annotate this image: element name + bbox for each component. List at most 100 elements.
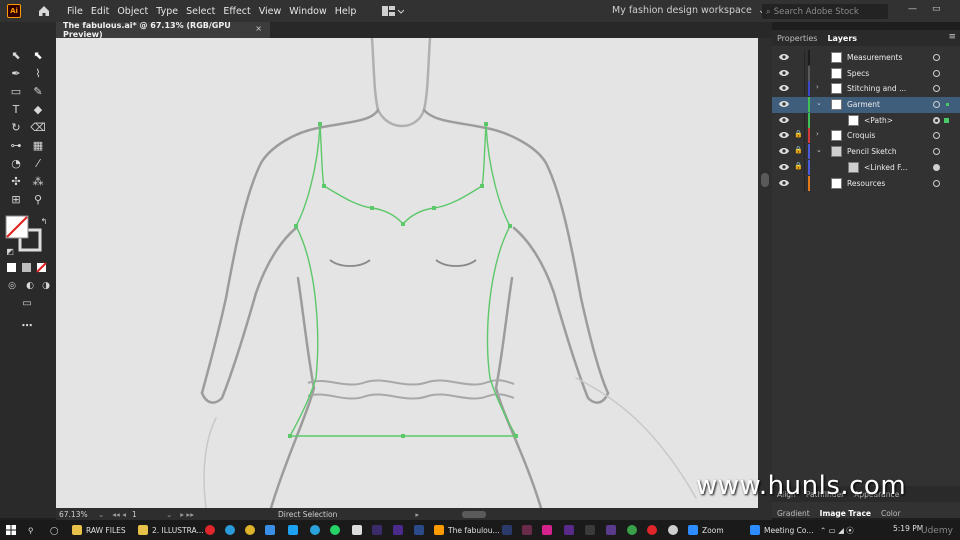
layer-name[interactable]: Stitching and ... bbox=[847, 84, 906, 93]
target-circle-icon[interactable] bbox=[933, 163, 940, 171]
twitter-icon[interactable] bbox=[288, 523, 302, 537]
target-circle-icon[interactable] bbox=[933, 85, 940, 93]
telegram-icon[interactable] bbox=[310, 523, 324, 537]
layer-name[interactable]: Garment bbox=[847, 100, 880, 109]
zoom-dropdown-icon[interactable]: ⌄ bbox=[98, 510, 104, 519]
puppet-warp-tool-icon[interactable]: ✣ bbox=[8, 174, 24, 190]
layer-row[interactable]: 🔒 <Linked F... bbox=[772, 159, 960, 176]
windows-icon[interactable] bbox=[265, 523, 279, 537]
xd-icon[interactable] bbox=[542, 523, 556, 537]
lock-icon[interactable]: 🔒 bbox=[794, 146, 803, 154]
app-icon[interactable] bbox=[668, 523, 682, 537]
chevron-down-icon[interactable]: ⌄ bbox=[816, 146, 822, 154]
swap-fill-stroke-icon[interactable]: ↰ bbox=[36, 214, 52, 230]
media-encoder-icon[interactable] bbox=[606, 523, 620, 537]
rectangle-tool-icon[interactable]: ▭ bbox=[8, 84, 24, 100]
target-circle-icon[interactable] bbox=[933, 116, 940, 124]
selection-indicator[interactable] bbox=[944, 117, 949, 123]
shape-builder-tool-icon[interactable]: ◔ bbox=[8, 156, 24, 172]
chrome-icon[interactable] bbox=[245, 523, 259, 537]
maximize-icon[interactable]: ▭ bbox=[932, 4, 944, 16]
menu-object[interactable]: Object bbox=[117, 6, 156, 17]
document-tab[interactable]: The fabulous.ai* @ 67.13% (RGB/GPU Previ… bbox=[56, 21, 270, 39]
taskbar-item-illustrator-folder[interactable]: 2. ILLUSTRA... bbox=[138, 523, 204, 537]
menu-view[interactable]: View bbox=[259, 6, 290, 17]
selection-tool-icon[interactable]: ⬉ bbox=[8, 48, 24, 64]
task-view-icon[interactable]: ◯ bbox=[50, 523, 58, 537]
selection-indicator[interactable] bbox=[946, 103, 949, 107]
indesign-icon[interactable] bbox=[522, 523, 536, 537]
target-circle-icon[interactable] bbox=[933, 132, 940, 140]
layer-row[interactable]: Resources bbox=[772, 175, 960, 192]
artboard-dropdown-icon[interactable]: ⌄ bbox=[166, 510, 172, 519]
after-effects-icon[interactable] bbox=[393, 523, 407, 537]
visibility-eye-icon[interactable] bbox=[779, 163, 789, 171]
visibility-eye-icon[interactable] bbox=[779, 84, 789, 92]
layer-name[interactable]: <Linked F... bbox=[864, 163, 907, 172]
taskbar-item-zoom[interactable]: Zoom bbox=[688, 523, 724, 537]
draw-inside-icon[interactable]: ◑ bbox=[38, 278, 54, 294]
edge-icon[interactable] bbox=[225, 523, 239, 537]
layer-name[interactable]: Specs bbox=[847, 69, 869, 78]
zoom-tool-icon[interactable]: ⚲ bbox=[30, 192, 46, 208]
pen-tool-icon[interactable]: ✒ bbox=[8, 66, 24, 82]
chrome-icon-2[interactable] bbox=[627, 523, 641, 537]
layer-row[interactable]: <Path> bbox=[772, 112, 960, 129]
layer-name[interactable]: Measurements bbox=[847, 53, 902, 62]
minimize-icon[interactable]: — bbox=[908, 4, 920, 16]
gradient-tool-icon[interactable]: ▦ bbox=[30, 138, 46, 154]
close-icon[interactable]: × bbox=[255, 24, 262, 33]
visibility-eye-icon[interactable] bbox=[779, 116, 789, 124]
layer-name[interactable]: Resources bbox=[847, 179, 885, 188]
tab-layers[interactable]: Layers bbox=[822, 34, 862, 43]
adobe-bridge-icon[interactable] bbox=[585, 523, 599, 537]
layer-row[interactable]: 🔒 ⌄ Pencil Sketch bbox=[772, 144, 960, 160]
r-app-icon[interactable] bbox=[352, 523, 366, 537]
layer-row[interactable]: 🔒 › Croquis bbox=[772, 128, 960, 144]
tab-image-trace[interactable]: Image Trace bbox=[815, 509, 876, 518]
lock-icon[interactable]: 🔒 bbox=[794, 130, 803, 138]
opera-icon[interactable] bbox=[205, 523, 219, 537]
artboard-canvas[interactable] bbox=[56, 38, 758, 508]
taskbar-item-meeting[interactable]: Meeting Co... bbox=[750, 523, 813, 537]
eraser-tool-icon[interactable]: ⌫ bbox=[30, 120, 46, 136]
paintbrush-tool-icon[interactable]: ✎ bbox=[30, 84, 46, 100]
adobe-stock-search[interactable]: ⌕ Search Adobe Stock bbox=[762, 4, 888, 19]
tab-gradient[interactable]: Gradient bbox=[772, 509, 815, 518]
visibility-eye-icon[interactable] bbox=[779, 69, 789, 77]
target-circle-icon[interactable] bbox=[933, 69, 940, 77]
whatsapp-icon[interactable] bbox=[330, 523, 344, 537]
visibility-eye-icon[interactable] bbox=[779, 179, 789, 187]
draw-mode-icon[interactable]: ◎ bbox=[4, 278, 20, 294]
panel-menu-icon[interactable]: ≡ bbox=[948, 32, 956, 42]
screen-mode-icon[interactable]: ▭ bbox=[19, 296, 35, 312]
previous-artboard-icon[interactable]: ◂◂ ◂ bbox=[112, 510, 126, 519]
default-fill-stroke-icon[interactable]: ◩ bbox=[2, 244, 18, 260]
curvature-tool-icon[interactable]: ⌇ bbox=[30, 66, 46, 82]
taskbar-item-raw-files[interactable]: RAW FILES bbox=[72, 523, 126, 537]
layer-name[interactable]: Croquis bbox=[847, 131, 875, 140]
layer-row[interactable]: Specs bbox=[772, 65, 960, 82]
menu-help[interactable]: Help bbox=[335, 6, 365, 17]
target-circle-icon[interactable] bbox=[933, 101, 940, 109]
chevron-right-icon[interactable]: › bbox=[816, 83, 819, 91]
width-tool-icon[interactable]: ⊶ bbox=[8, 138, 24, 154]
shaper-tool-icon[interactable]: ◆ bbox=[30, 102, 46, 118]
workspace-switcher[interactable]: My fashion design workspace⌄ bbox=[612, 5, 766, 16]
visibility-eye-icon[interactable] bbox=[779, 147, 789, 155]
scrollbar-thumb[interactable] bbox=[761, 173, 769, 187]
premiere-icon[interactable] bbox=[372, 523, 386, 537]
layer-name[interactable]: <Path> bbox=[864, 116, 893, 125]
target-circle-icon[interactable] bbox=[933, 54, 940, 61]
menu-effect[interactable]: Effect bbox=[223, 6, 258, 17]
chevron-right-icon[interactable]: › bbox=[816, 130, 819, 138]
zoom-level[interactable]: 67.13% bbox=[56, 510, 94, 519]
arrange-documents-icon[interactable] bbox=[382, 5, 405, 17]
lock-icon[interactable]: 🔒 bbox=[794, 162, 803, 170]
direct-selection-tool-icon[interactable]: ⬉ bbox=[30, 48, 46, 64]
tab-color[interactable]: Color bbox=[876, 509, 906, 518]
layer-name[interactable]: Pencil Sketch bbox=[847, 147, 897, 156]
youtube-icon[interactable] bbox=[647, 523, 661, 537]
target-circle-icon[interactable] bbox=[933, 148, 940, 156]
draw-behind-icon[interactable]: ◐ bbox=[22, 278, 38, 294]
